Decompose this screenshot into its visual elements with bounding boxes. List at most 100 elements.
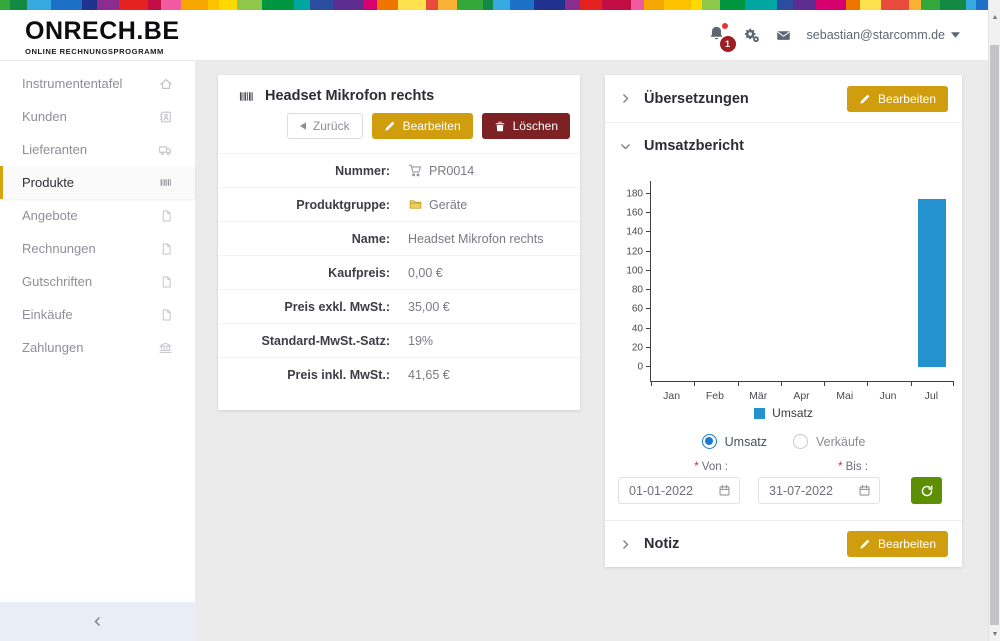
rainbow-segment <box>97 0 119 10</box>
rainbow-segment <box>631 0 644 10</box>
detail-value-text: 35,00 € <box>408 300 450 314</box>
product-detail-card: Headset Mikrofon rechts Zurück Bearbeite… <box>218 75 580 410</box>
uebersetzungen-section-header[interactable]: Übersetzungen Bearbeiten <box>605 75 962 122</box>
detail-value-text: 0,00 € <box>408 266 443 280</box>
edit-product-button[interactable]: Bearbeiten <box>372 113 473 139</box>
product-detail-row: Preis inkl. MwSt.:41,65 € <box>218 357 580 391</box>
detail-value: Geräte <box>390 198 467 212</box>
sidebar-item-kunden[interactable]: Kunden <box>0 100 195 133</box>
sidebar-item-zahlungen[interactable]: Zahlungen <box>0 331 195 364</box>
refresh-report-button[interactable] <box>911 477 942 504</box>
x-axis-label: Mär <box>737 390 780 402</box>
sidebar-item-angebote[interactable]: Angebote <box>0 199 195 232</box>
detail-value-text: Headset Mikrofon rechts <box>408 232 543 246</box>
bis-date-value: 31-07-2022 <box>769 484 858 498</box>
rainbow-segment <box>602 0 631 10</box>
rainbow-segment <box>219 0 237 10</box>
rainbow-segment <box>208 0 219 10</box>
von-date-value: 01-01-2022 <box>629 484 718 498</box>
vertical-scrollbar[interactable]: ▲ ▼ <box>988 0 1000 641</box>
edit-note-button[interactable]: Bearbeiten <box>847 531 948 557</box>
messages-envelope-icon[interactable] <box>775 28 792 43</box>
von-date-input[interactable]: 01-01-2022 <box>618 477 740 504</box>
chevron-right-icon <box>619 92 632 105</box>
rainbow-segment <box>51 0 82 10</box>
sidebar-item-lieferanten[interactable]: Lieferanten <box>0 133 195 166</box>
user-email: sebastian@starcomm.de <box>807 28 945 42</box>
rainbow-segment <box>720 0 745 10</box>
edit-button-label: Bearbeiten <box>403 119 461 133</box>
detail-label: Preis inkl. MwSt.: <box>218 368 390 382</box>
home-icon <box>159 77 173 91</box>
detail-label: Name: <box>218 232 390 246</box>
rainbow-segment <box>0 0 10 10</box>
sidebar-item-einkufe[interactable]: Einkäufe <box>0 298 195 331</box>
back-button[interactable]: Zurück <box>287 113 363 139</box>
required-asterisk: * <box>694 461 698 473</box>
sidebar-item-label: Gutschriften <box>22 274 92 289</box>
detail-value: 19% <box>390 334 433 348</box>
sidebar-item-label: Instrumententafel <box>22 76 122 91</box>
settings-gears-icon[interactable] <box>743 27 760 43</box>
sidebar-item-label: Kunden <box>22 109 67 124</box>
calendar-icon[interactable] <box>718 484 731 497</box>
sidebar-item-label: Einkäufe <box>22 307 73 322</box>
radio-umsatz[interactable]: Umsatz <box>702 434 767 449</box>
sidebar-item-instrumententafel[interactable]: Instrumententafel <box>0 67 195 100</box>
rainbow-segment <box>534 0 565 10</box>
x-axis-tick <box>867 381 868 386</box>
refresh-icon <box>920 484 934 498</box>
document-icon <box>160 275 173 289</box>
x-axis-tick <box>694 381 695 386</box>
scroll-up-arrow[interactable]: ▲ <box>989 10 1000 24</box>
y-axis-tick <box>646 270 651 271</box>
y-axis-tick <box>646 308 651 309</box>
product-detail-row: Kaufpreis:0,00 € <box>218 255 580 289</box>
detail-label: Standard-MwSt.-Satz: <box>218 334 390 348</box>
calendar-icon[interactable] <box>858 484 871 497</box>
rainbow-segment <box>310 0 333 10</box>
delete-button-label: Löschen <box>513 119 558 133</box>
x-axis-label: Mai <box>823 390 866 402</box>
rainbow-segment <box>457 0 483 10</box>
notifications-button[interactable]: 1 <box>708 25 728 45</box>
rainbow-segment <box>333 0 363 10</box>
contacts-icon <box>159 110 173 124</box>
product-detail-row: Nummer:PR0014 <box>218 153 580 187</box>
chevron-right-icon <box>619 538 632 551</box>
revenue-bar-chart: 020406080100120140160180 <box>650 181 954 382</box>
umsatzbericht-section-header[interactable]: Umsatzbericht <box>605 122 962 169</box>
scrollbar-thumb[interactable] <box>990 45 999 625</box>
notiz-section-header[interactable]: Notiz Bearbeiten <box>605 520 962 567</box>
bank-icon <box>158 341 173 355</box>
notification-badge: 1 <box>720 36 736 52</box>
cart-icon <box>408 163 423 178</box>
radio-verkufe[interactable]: Verkäufe <box>793 434 865 449</box>
x-axis-tick <box>738 381 739 386</box>
scroll-down-arrow[interactable]: ▼ <box>989 627 1000 641</box>
detail-value: 41,65 € <box>390 368 450 382</box>
sidebar-item-gutschriften[interactable]: Gutschriften <box>0 265 195 298</box>
delete-product-button[interactable]: Löschen <box>482 113 570 139</box>
required-asterisk: * <box>838 461 842 473</box>
rainbow-segment <box>976 0 988 10</box>
sidebar-collapse-button[interactable] <box>0 602 195 641</box>
detail-label: Preis exkl. MwSt.: <box>218 300 390 314</box>
y-axis-tick-label: 20 <box>632 342 643 353</box>
bis-date-input[interactable]: 31-07-2022 <box>758 477 880 504</box>
chevron-left-icon <box>91 615 104 628</box>
y-axis-tick <box>646 212 651 213</box>
side-panels-card: Übersetzungen Bearbeiten Umsatzbericht 0… <box>605 75 962 567</box>
detail-value-text: 19% <box>408 334 433 348</box>
sidebar-item-rechnungen[interactable]: Rechnungen <box>0 232 195 265</box>
product-detail-row: Produktgruppe:Geräte <box>218 187 580 221</box>
pencil-icon <box>384 120 396 132</box>
rainbow-segment <box>27 0 51 10</box>
sidebar-item-produkte[interactable]: Produkte <box>0 166 195 199</box>
product-title: Headset Mikrofon rechts <box>265 88 434 104</box>
rainbow-segment <box>816 0 846 10</box>
pencil-icon <box>859 538 871 550</box>
edit-translations-button[interactable]: Bearbeiten <box>847 86 948 112</box>
account-menu[interactable]: sebastian@starcomm.de <box>807 28 960 42</box>
edit-translations-label: Bearbeiten <box>878 92 936 106</box>
